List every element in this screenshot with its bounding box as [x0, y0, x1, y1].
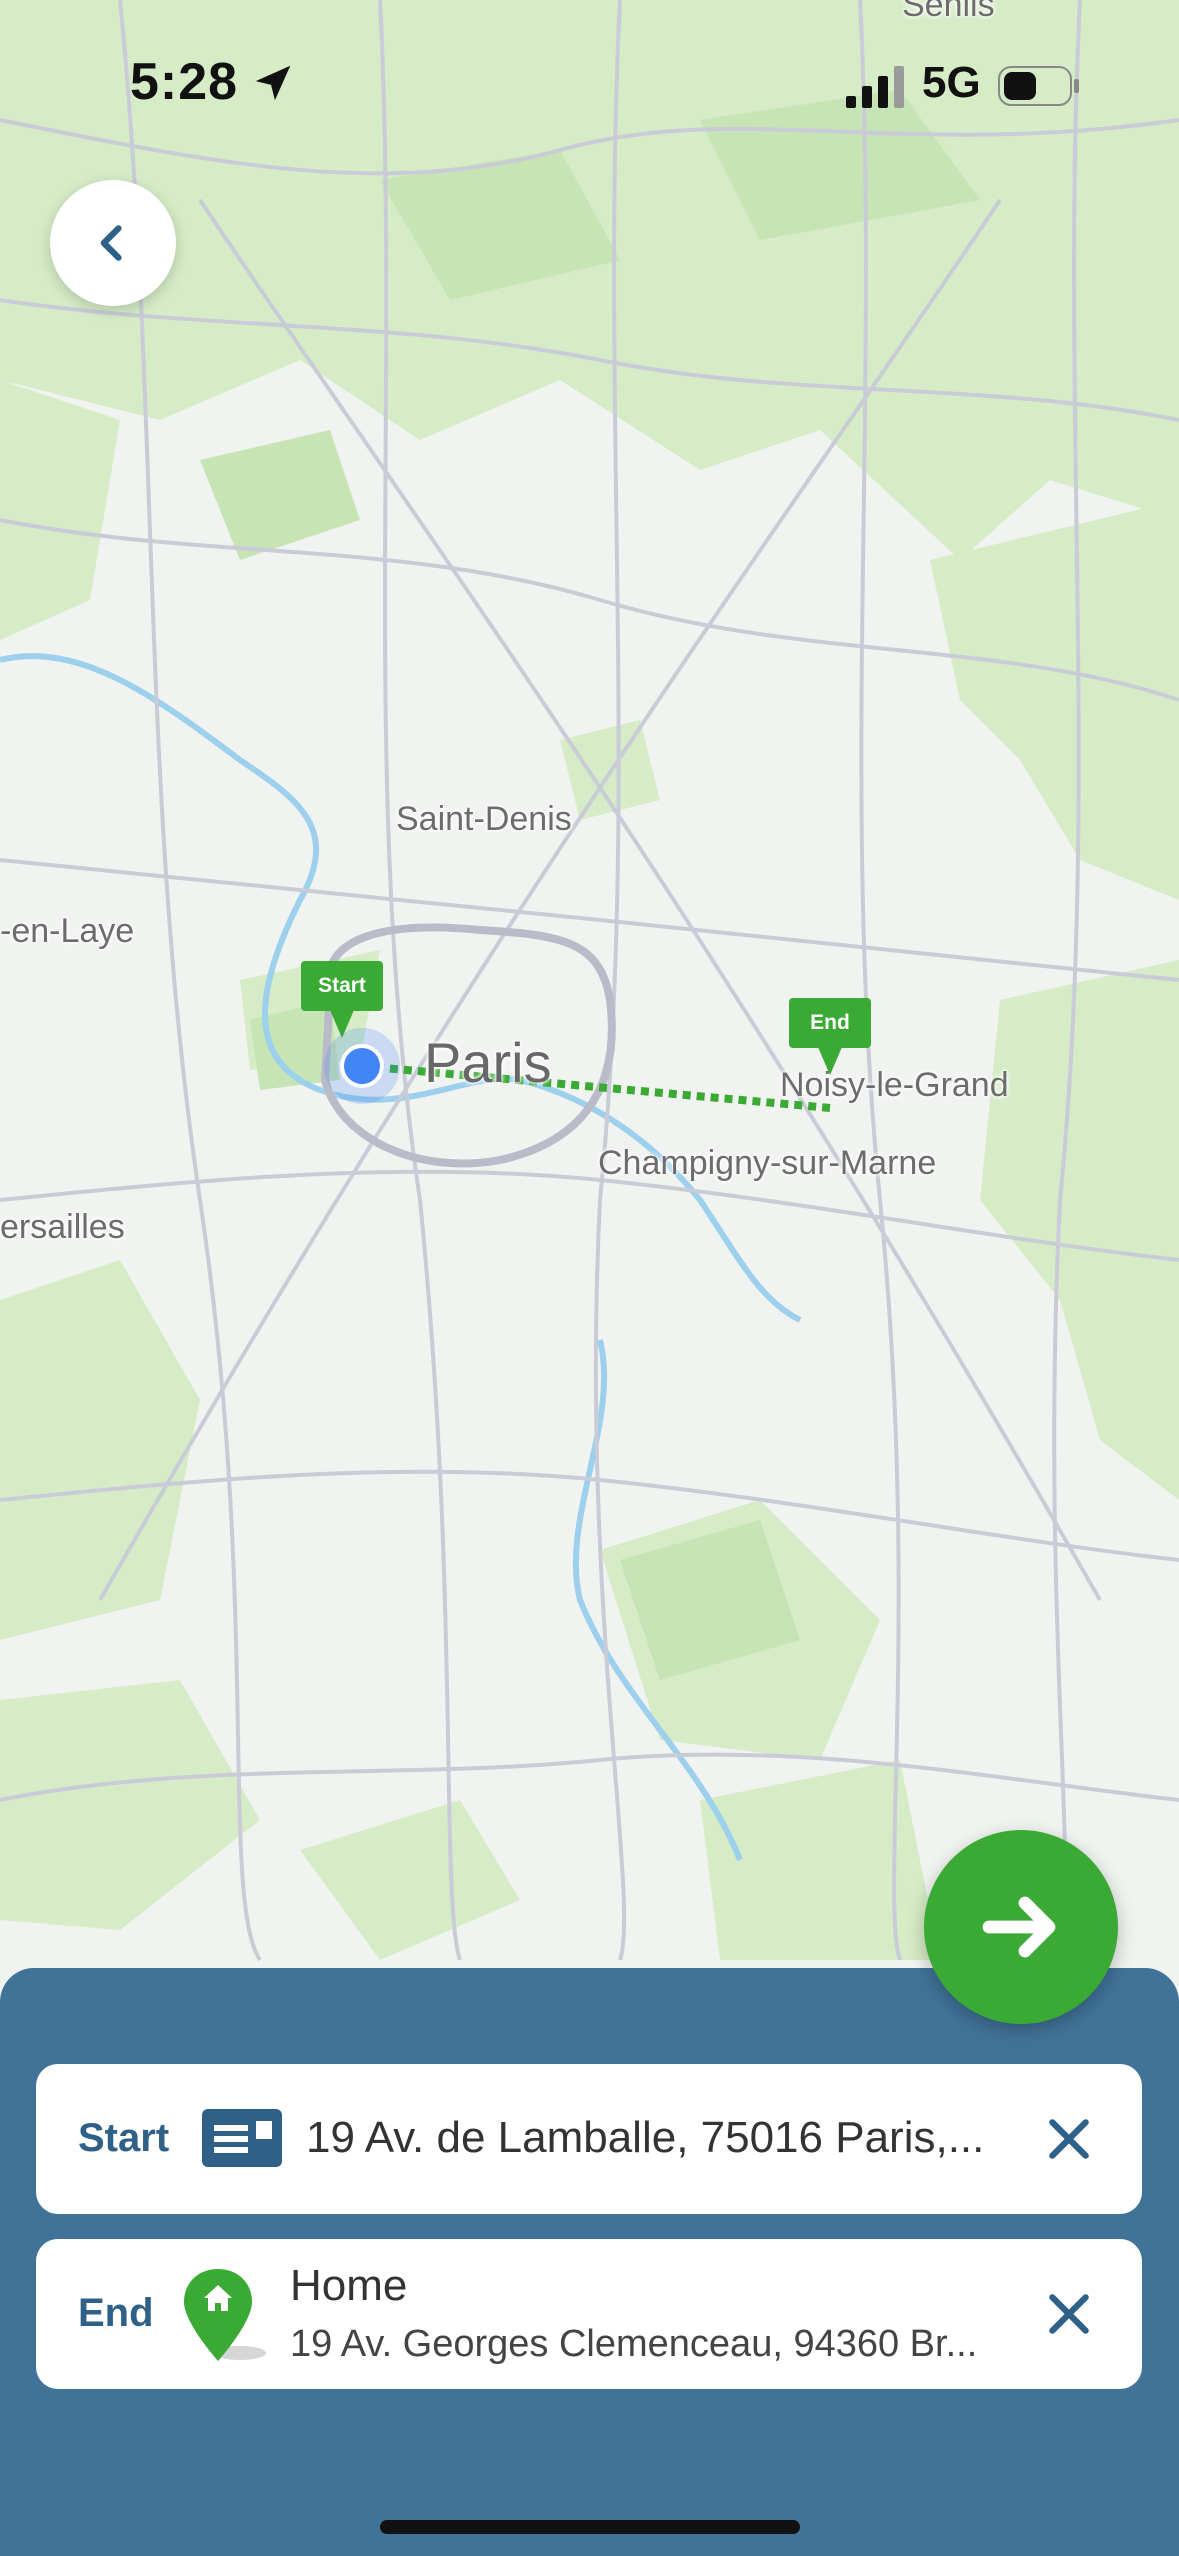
end-pin[interactable]: End [789, 998, 871, 1048]
map-label-paris: Paris [424, 1031, 552, 1094]
end-place-name: Home [290, 2261, 408, 2310]
network-type: 5G [922, 58, 981, 107]
end-location-card[interactable]: End Home 19 Av. Georges Clemenceau, 9436… [36, 2239, 1142, 2389]
arrow-right-icon [982, 1896, 1056, 1958]
map-label-noisy-le-grand: Noisy-le-Grand [780, 1066, 1009, 1104]
map-label-en-laye: -en-Laye [0, 912, 135, 950]
start-navigation-button[interactable] [924, 1830, 1118, 2024]
battery-icon [998, 66, 1079, 106]
address-card-icon [202, 2109, 282, 2167]
signal-bars-icon [846, 66, 904, 108]
route-panel: Start 19 Av. de Lamballe, 75016 Paris,..… [0, 1968, 1179, 2556]
map-label-saint-denis: Saint-Denis [396, 800, 572, 838]
start-label: Start [78, 2116, 170, 2160]
end-pin-tail [818, 1047, 842, 1075]
map-label-champigny-sur-marne: Champigny-sur-Marne [598, 1144, 937, 1182]
clear-start-icon[interactable] [1044, 2114, 1094, 2164]
back-button[interactable] [50, 180, 176, 306]
map-label-senlis: Senlis [902, 0, 995, 24]
map-label-versailles: ersailles [0, 1208, 125, 1246]
end-address: 19 Av. Georges Clemenceau, 94360 Br... [290, 2323, 978, 2365]
home-pin-icon [184, 2269, 266, 2361]
home-indicator[interactable] [380, 2520, 800, 2534]
status-bar: 5:28 5G [0, 0, 1179, 170]
end-label: End [78, 2291, 154, 2335]
start-pin[interactable]: Start [301, 961, 383, 1011]
current-location-dot [324, 1028, 400, 1104]
clear-end-icon[interactable] [1044, 2289, 1094, 2339]
start-location-card[interactable]: Start 19 Av. de Lamballe, 75016 Paris,..… [36, 2064, 1142, 2214]
status-time: 5:28 [130, 53, 239, 111]
location-arrow-icon [255, 65, 291, 101]
chevron-left-icon [100, 225, 122, 261]
start-address: 19 Av. de Lamballe, 75016 Paris,... [306, 2113, 985, 2162]
